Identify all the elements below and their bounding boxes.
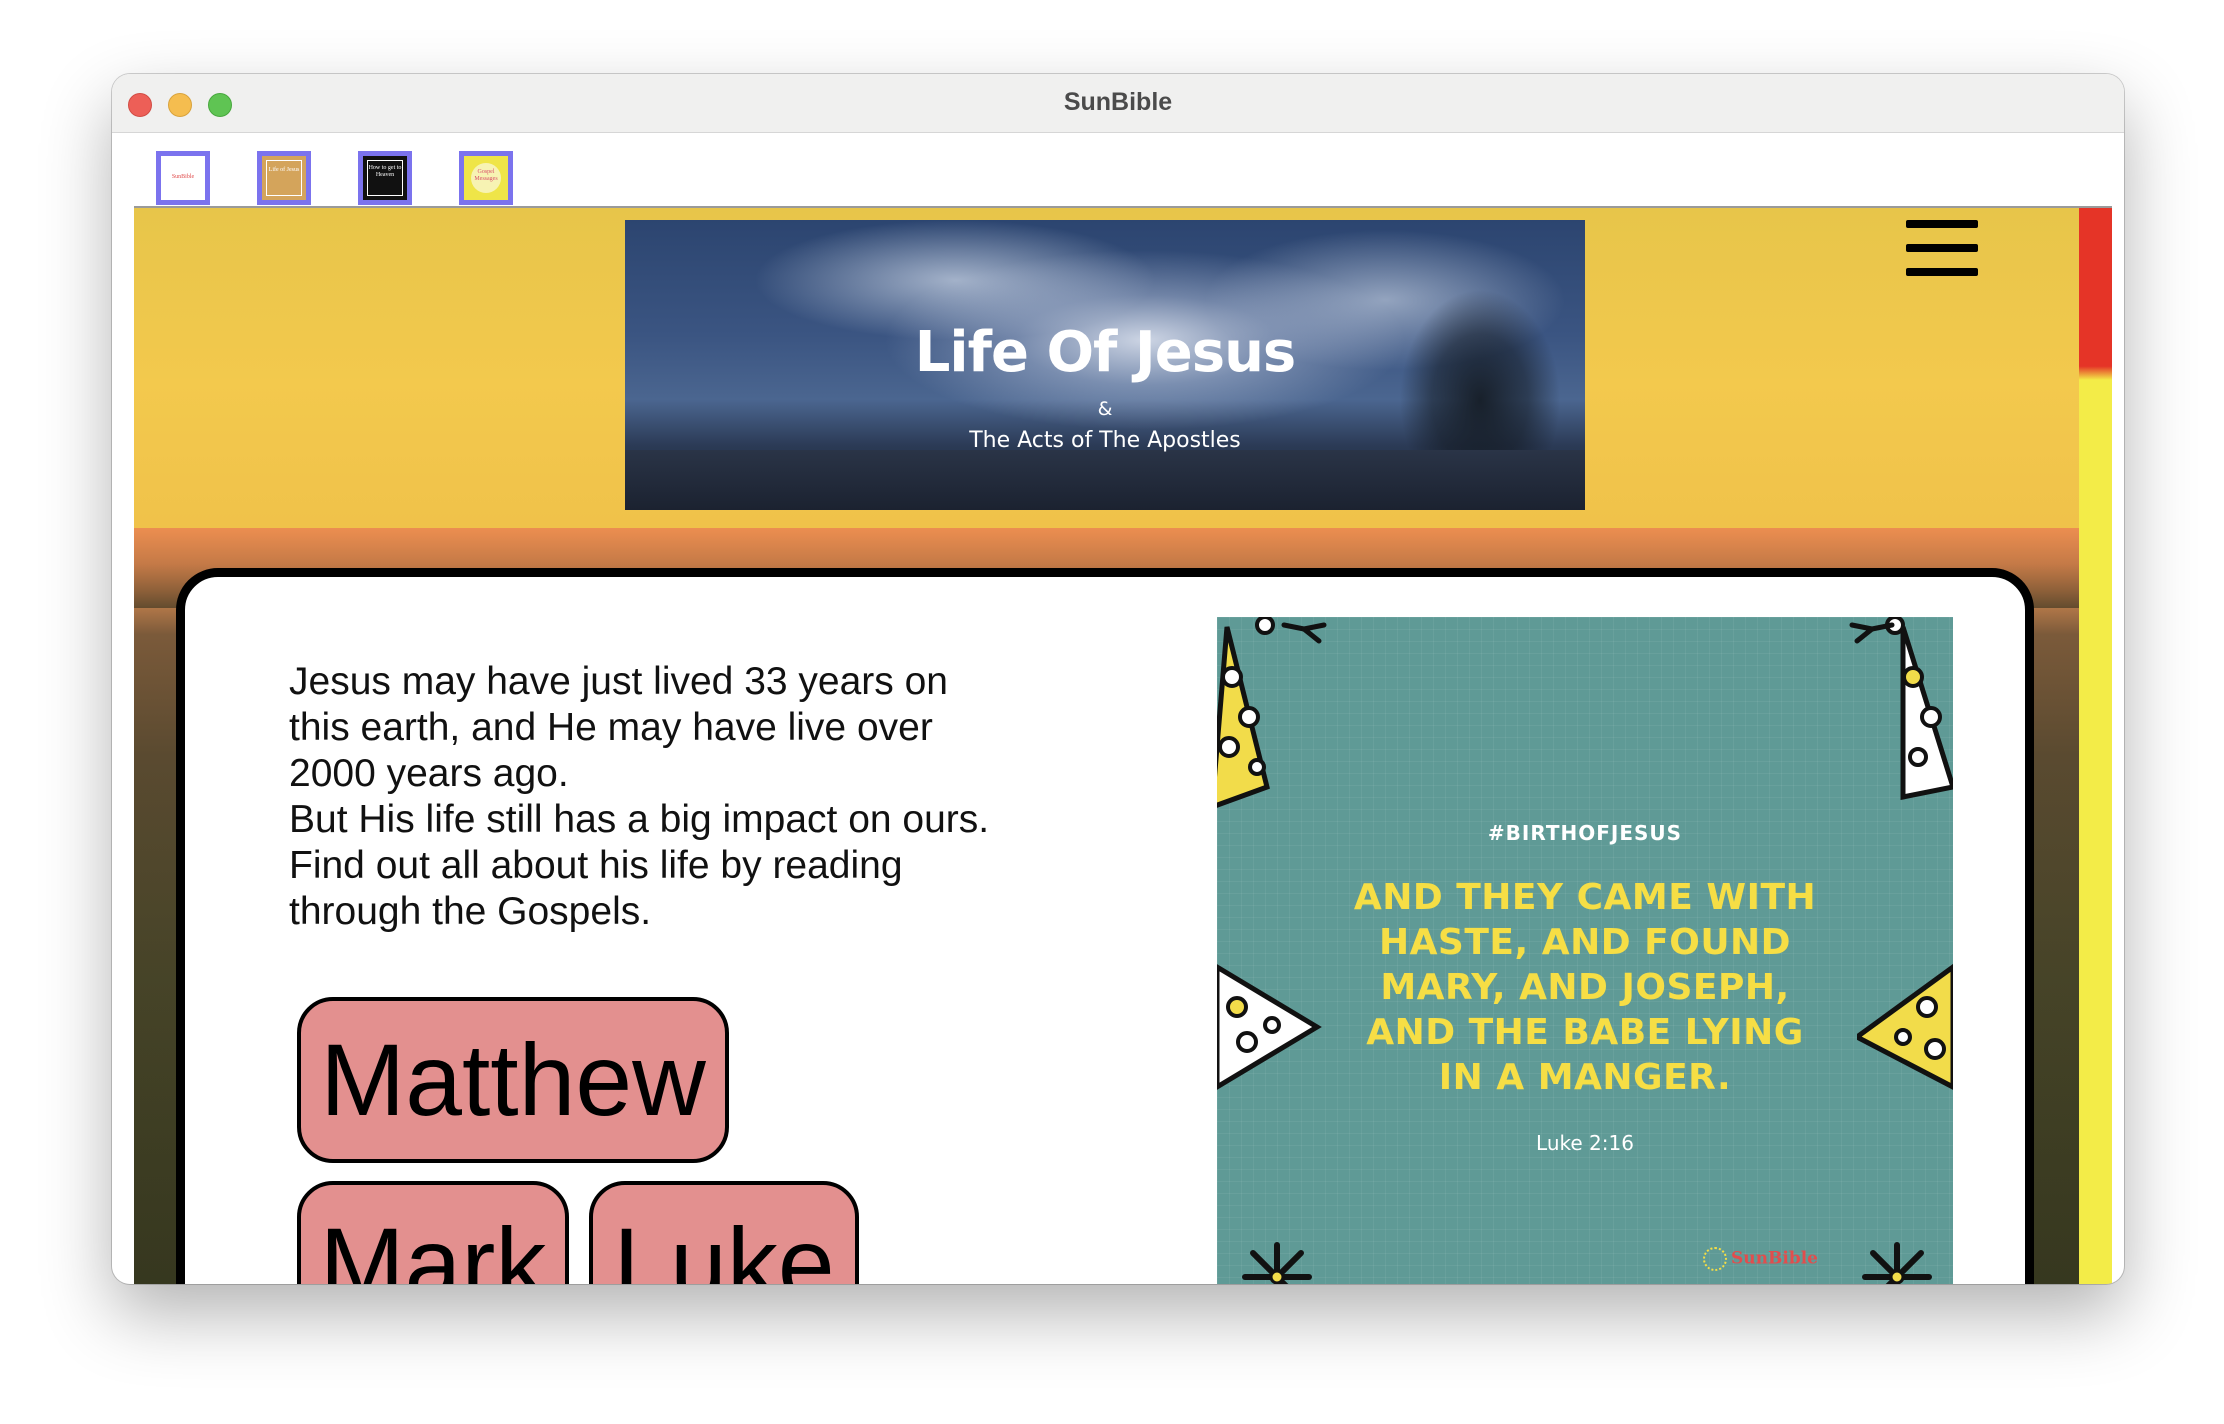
sunbible-logo: SunBible [1703, 1247, 1833, 1277]
tab-thumbnail-label: Gospel Messages [471, 163, 501, 193]
verse-line: HASTE, AND FOUND [1378, 922, 1792, 963]
tab-thumbnail-label: How to get to Heaven [367, 160, 403, 196]
intro-line: this earth, and He may have live over [289, 706, 933, 749]
verse-reference: Luke 2:16 [1536, 1131, 1634, 1155]
window-title: SunBible [1063, 88, 1173, 116]
sparkle-icon [1849, 622, 1895, 644]
menu-bar [1906, 268, 1978, 276]
tab-thumbnail-sunbible[interactable]: SunBible [156, 151, 210, 205]
verse-text: AND THEY CAME WITH HASTE, AND FOUND MARY… [1337, 875, 1833, 1100]
menu-bar [1906, 220, 1978, 228]
hamburger-menu-icon[interactable] [1906, 220, 1978, 276]
tab-thumbnail-life-of-jesus[interactable]: Life of Jesus [257, 151, 311, 205]
intro-paragraph: Jesus may have just lived 33 years on th… [289, 659, 1069, 935]
verse-line: MARY, AND JOSEPH, [1380, 967, 1790, 1008]
tab-thumbnail-how-to-get-to-heaven[interactable]: How to get to Heaven [358, 151, 412, 205]
header-banner: Life Of Jesus & The Acts of The Apostles [625, 220, 1585, 510]
intro-line: Jesus may have just lived 33 years on [289, 660, 949, 703]
sun-icon [1703, 1247, 1727, 1271]
browser-window: SunBible SunBible Life of Jesus How to g… [112, 74, 2124, 1284]
party-hat-icon [1217, 617, 1275, 808]
matthew-button[interactable]: Matthew [297, 997, 729, 1163]
sparkle-icon [1242, 1242, 1312, 1284]
verse-line: AND THE BABE LYING [1366, 1012, 1804, 1053]
verse-line: AND THEY CAME WITH [1353, 877, 1817, 918]
party-hat-icon [1217, 964, 1322, 1090]
banner-ground [625, 450, 1585, 510]
verse-hashtag: #BIRTHOFJESUS [1487, 821, 1683, 845]
mark-button[interactable]: Mark [297, 1181, 569, 1284]
intro-line: 2000 years ago. [289, 752, 569, 795]
scrollbar-thumb[interactable] [2079, 208, 2112, 380]
party-hat-icon [1857, 963, 1953, 1090]
sparkle-icon [1281, 622, 1327, 644]
logo-text: SunBible [1731, 1248, 1818, 1269]
intro-line: through the Gospels. [289, 890, 652, 933]
verse-line: IN A MANGER. [1438, 1057, 1732, 1098]
verse-image: #BIRTHOFJESUS AND THEY CAME WITH HASTE, … [1217, 617, 1953, 1284]
banner-title: Life Of Jesus [914, 320, 1297, 385]
tab-strip [112, 133, 2124, 204]
intro-line: Find out all about his life by reading [289, 844, 903, 887]
tab-thumbnail-label: SunBible [171, 174, 195, 180]
banner-subtitle: The Acts of The Apostles [969, 428, 1241, 453]
tab-thumbnail-label: Life of Jesus [266, 160, 302, 196]
intro-line: But His life still has a big impact on o… [289, 798, 990, 841]
banner-ampersand: & [1097, 398, 1113, 420]
page-scrollbar[interactable] [2079, 208, 2112, 1284]
web-page: Life Of Jesus & The Acts of The Apostles… [134, 206, 2112, 1284]
menu-bar [1906, 244, 1978, 252]
content-card: Jesus may have just lived 33 years on th… [176, 568, 2034, 1284]
tab-thumbnail-gospel-messages[interactable]: Gospel Messages [459, 151, 513, 205]
luke-button[interactable]: Luke [589, 1181, 859, 1284]
title-bar: SunBible [112, 74, 2124, 133]
sparkle-icon [1862, 1242, 1932, 1284]
